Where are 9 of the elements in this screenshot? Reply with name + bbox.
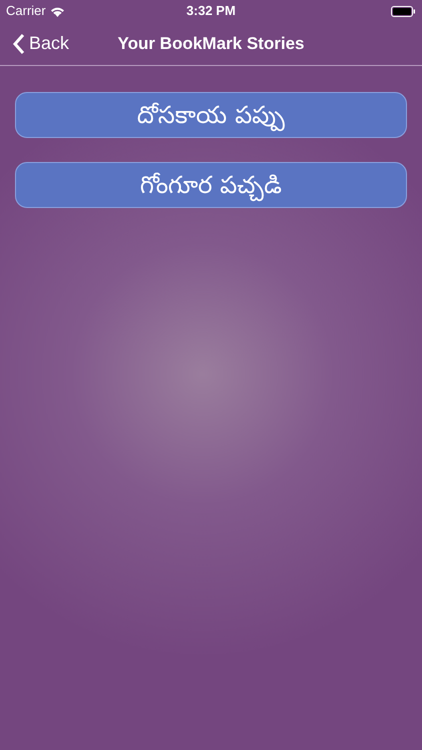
chevron-left-icon <box>12 32 25 54</box>
wifi-icon <box>50 6 65 16</box>
story-button[interactable]: గోంగూర పచ్చడి <box>15 162 407 208</box>
status-time: 3:32 PM <box>186 2 236 20</box>
story-button[interactable]: దోసకాయ పప్పు <box>15 92 407 138</box>
screen-title: Your BookMark Stories <box>118 32 304 55</box>
battery-icon <box>390 6 416 16</box>
carrier-label: Carrier <box>6 2 46 20</box>
back-button[interactable]: Back <box>0 30 70 57</box>
